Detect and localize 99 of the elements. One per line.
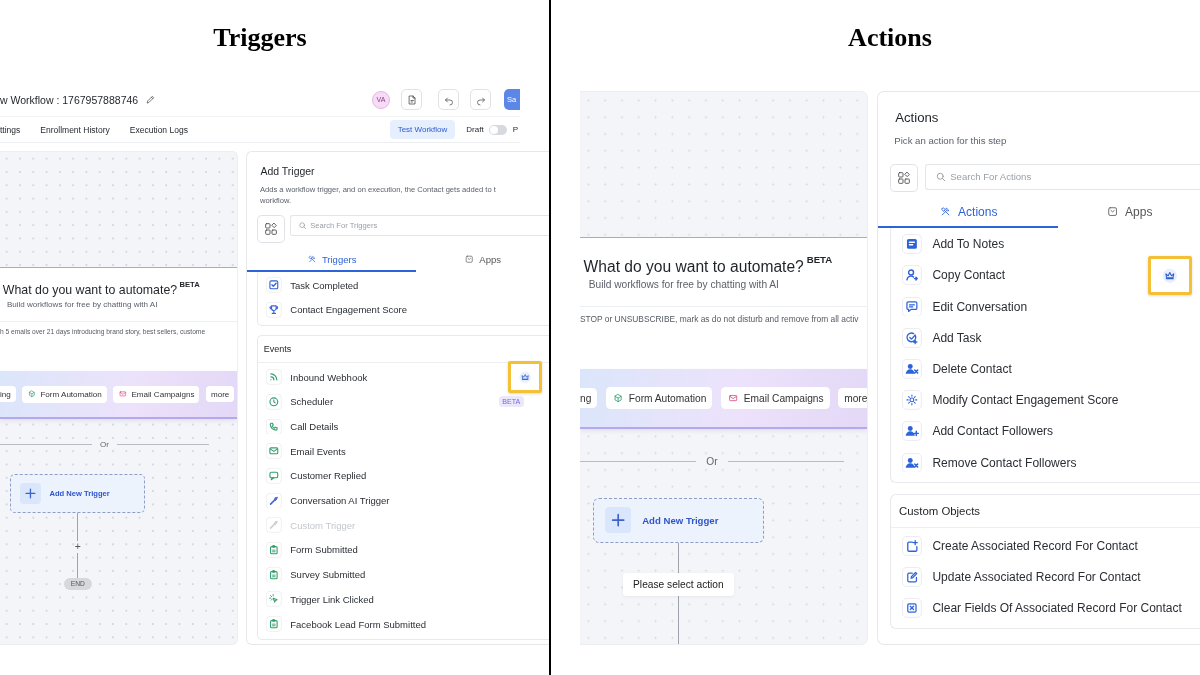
trophy-icon [266, 302, 282, 318]
action-option[interactable]: Add To Notes [891, 228, 1200, 260]
grid-icon [896, 169, 912, 186]
grid-button[interactable] [256, 215, 285, 244]
plus-icon [605, 507, 632, 534]
ai-prompt-title: What do you want to automate? $^{BETA}$ [583, 254, 834, 276]
action-option[interactable]: Add Contact Followers [891, 415, 1200, 447]
user-remove-icon [901, 359, 922, 379]
mail-icon [118, 389, 128, 399]
action-option[interactable]: Delete Contact [891, 353, 1200, 385]
action-option[interactable]: Copy Contact [891, 259, 1200, 291]
trigger-option[interactable]: Survey Submitted [257, 562, 549, 587]
note-icon [901, 234, 922, 255]
trigger-option[interactable]: Call Details [257, 414, 549, 439]
or-label: Or [100, 439, 109, 449]
cube-icon [611, 392, 625, 405]
action-option[interactable]: Create Associated Record For Contact [891, 530, 1200, 562]
wand-icon [266, 517, 282, 534]
add-trigger-node[interactable]: Add New Trigger [593, 497, 764, 543]
checkbox-icon [266, 277, 282, 294]
template-chip[interactable]: more [206, 386, 235, 403]
action-option[interactable]: Update Associated Record For Contact [891, 561, 1200, 593]
phone-icon [266, 418, 282, 435]
sun-icon [901, 390, 922, 411]
message-icon [901, 296, 922, 317]
ai-prompt-subtitle: Build workflows for free by chatting with AI [588, 278, 780, 290]
trigger-option[interactable]: Task Completed [257, 272, 549, 298]
template-chip[interactable]: more [838, 388, 867, 409]
ai-prompt-subtitle: Build workflows for free by chatting with AI [6, 299, 159, 309]
clipboard-icon [266, 542, 282, 558]
draft-label: Draft [466, 125, 484, 134]
edit-square-icon [901, 567, 922, 588]
search-icon [297, 221, 308, 231]
user-add-icon [901, 421, 922, 442]
test-workflow-button[interactable]: Test Workflow [389, 120, 456, 139]
section-heading: Custom Objects [891, 494, 1200, 528]
square-plus-icon [901, 536, 922, 556]
add-step-button[interactable]: + [74, 540, 81, 554]
nav-tab[interactable]: ttings [0, 124, 21, 135]
trigger-option[interactable]: Form Submitted [257, 537, 549, 563]
tools-icon [306, 253, 318, 265]
tools-icon [938, 205, 953, 219]
action-option[interactable]: Edit Conversation [891, 291, 1200, 323]
rss-icon [266, 369, 282, 385]
plus-icon [20, 483, 41, 504]
box-icon [1105, 205, 1120, 219]
template-chip[interactable]: Form Automation [22, 385, 107, 403]
panel-title: Actions [894, 110, 940, 125]
action-node[interactable]: Please select action [622, 572, 734, 596]
trigger-option[interactable]: Contact Engagement Score [257, 297, 549, 323]
crown-icon [1162, 267, 1178, 284]
action-option[interactable]: Add Task [891, 322, 1200, 354]
clock-icon [266, 393, 282, 410]
grid-button[interactable] [890, 163, 918, 192]
box-icon [464, 253, 475, 265]
template-chip[interactable]: Email Campaigns [113, 385, 200, 403]
trigger-option[interactable]: Conversation AI Trigger [257, 488, 549, 513]
trigger-option[interactable]: Facebook Lead Form Submitted [257, 611, 549, 637]
clipboard-icon [266, 616, 282, 632]
mail-icon [266, 443, 282, 459]
cube-icon [27, 389, 37, 399]
action-option[interactable]: Clear Fields Of Associated Record For Contact [891, 592, 1200, 624]
action-option[interactable]: Remove Contact Followers [891, 446, 1200, 479]
trigger-option[interactable]: Customer Replied [257, 463, 549, 489]
publish-label: P [512, 125, 518, 134]
nav-tab[interactable]: Enrollment History [40, 124, 110, 135]
wand-icon [266, 492, 282, 509]
template-chip[interactable]: ing [0, 386, 16, 403]
square-x-icon [901, 598, 922, 619]
nav-tab[interactable]: Execution Logs [129, 124, 188, 135]
chat-icon [266, 468, 282, 484]
crown-icon [519, 370, 532, 384]
template-chip[interactable]: Email Campaigns [720, 387, 830, 409]
user-remove-icon [901, 452, 922, 473]
ai-prompt-title: What do you want to automate? $^{BETA}$ [2, 280, 201, 298]
workflow-title: w Workflow : 1767957888746 [0, 93, 139, 106]
redo-button[interactable] [470, 89, 491, 110]
prompt-text: STOP or UNSUBSCRIBE, mark as do not disturb and remove from all activ [580, 313, 860, 325]
section-caption: Triggers [212, 22, 308, 54]
action-option[interactable]: Modify Contact Engagement Score [891, 384, 1200, 416]
grid-icon [262, 221, 279, 238]
search-icon [934, 170, 947, 183]
panel-title: Add Trigger [259, 166, 316, 178]
section-caption: Actions [847, 22, 933, 54]
document-button[interactable] [401, 89, 422, 110]
trigger-option[interactable]: Inbound Webhook [257, 364, 549, 390]
panel-description: Pick an action for this step [893, 133, 1008, 148]
cursor-click-icon [266, 591, 282, 608]
undo-button[interactable] [438, 89, 459, 110]
trigger-option[interactable]: Email Events [257, 438, 549, 464]
draft-toggle[interactable] [488, 124, 507, 135]
trigger-option[interactable]: Trigger Link Clicked [257, 586, 549, 612]
template-chip[interactable]: ng [580, 388, 598, 409]
pencil-icon[interactable] [145, 94, 157, 105]
search-field[interactable]: Search For Actions [925, 163, 1200, 190]
clipboard-icon [266, 566, 282, 583]
template-chip[interactable]: Form Automation [605, 387, 713, 409]
section-heading: Events [257, 335, 549, 363]
or-label: Or [706, 455, 718, 467]
